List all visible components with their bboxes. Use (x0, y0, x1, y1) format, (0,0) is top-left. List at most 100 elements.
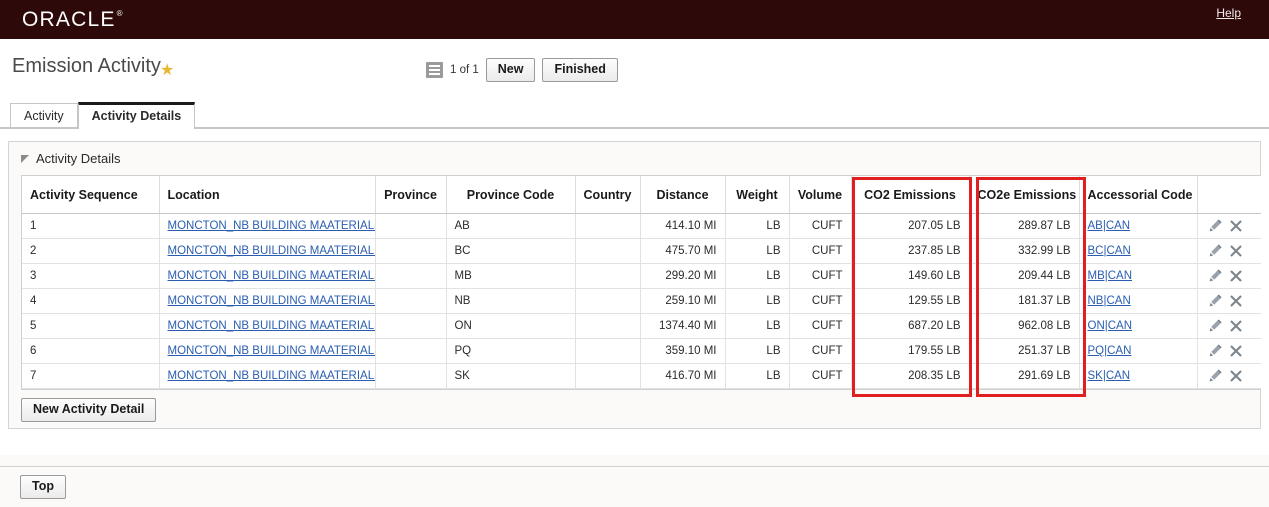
accessorial-code-link[interactable]: AB|CAN (1088, 220, 1131, 232)
cell-co2e-emissions: 291.69 LB (969, 363, 1080, 389)
delete-x-icon[interactable] (1229, 269, 1243, 283)
cell-co2e-emissions: 209.44 LB (969, 263, 1080, 289)
cell-distance: 1374.40 MI (640, 313, 726, 339)
cell-distance: 359.10 MI (640, 338, 726, 364)
delete-x-icon[interactable] (1229, 219, 1243, 233)
delete-x-icon[interactable] (1229, 319, 1243, 333)
location-link[interactable]: MONCTON_NB BUILDING MAATERIALS (168, 370, 375, 382)
accessorial-code-link[interactable]: PQ|CAN (1088, 345, 1132, 357)
col-activity-sequence[interactable]: Activity Sequence (22, 176, 160, 214)
cell-co2-emissions: 207.05 LB (851, 213, 970, 239)
cell-weight: LB (725, 288, 790, 314)
cell-country (575, 213, 641, 239)
location-link[interactable]: MONCTON_NB BUILDING MAATERIALS (168, 345, 375, 357)
cell-location: MONCTON_NB BUILDING MAATERIALS (159, 238, 376, 264)
tab-activity[interactable]: Activity (10, 103, 78, 129)
table-body: 1 MONCTON_NB BUILDING MAATERIALS AB 414.10 … (22, 213, 1261, 389)
cell-volume: CUFT (789, 238, 852, 264)
cell-province-code: MB (446, 263, 576, 289)
edit-row-button[interactable] (1208, 319, 1222, 333)
delete-row-button[interactable] (1229, 319, 1243, 333)
collapse-triangle-icon[interactable] (21, 154, 29, 163)
delete-x-icon[interactable] (1229, 294, 1243, 308)
delete-row-button[interactable] (1229, 294, 1243, 308)
col-accessorial-code[interactable]: Accessorial Code (1079, 176, 1198, 214)
cell-volume: CUFT (789, 313, 852, 339)
tab-activity-details[interactable]: Activity Details (77, 102, 196, 129)
accessorial-code-link[interactable]: ON|CAN (1088, 320, 1133, 332)
delete-row-button[interactable] (1229, 344, 1243, 358)
cell-accessorial-code: AB|CAN (1079, 213, 1198, 239)
delete-row-button[interactable] (1229, 219, 1243, 233)
delete-row-button[interactable] (1229, 369, 1243, 383)
col-weight[interactable]: Weight (725, 176, 790, 214)
accessorial-code-link[interactable]: MB|CAN (1088, 270, 1133, 282)
list-icon[interactable] (426, 61, 443, 78)
cell-province-code: NB (446, 288, 576, 314)
edit-row-button[interactable] (1208, 369, 1222, 383)
edit-pencil-icon[interactable] (1208, 319, 1222, 333)
edit-row-button[interactable] (1208, 219, 1222, 233)
help-link[interactable]: Help (1216, 6, 1241, 20)
cell-province (375, 288, 447, 314)
edit-pencil-icon[interactable] (1208, 369, 1222, 383)
table-row: 7 MONCTON_NB BUILDING MAATERIALS SK 416.70 … (22, 363, 1261, 389)
col-co2-emissions[interactable]: CO2 Emissions (851, 176, 970, 214)
cell-country (575, 313, 641, 339)
section-header: Activity Details (9, 142, 1260, 175)
top-button[interactable]: Top (20, 475, 66, 499)
cell-location: MONCTON_NB BUILDING MAATERIALS (159, 263, 376, 289)
edit-pencil-icon[interactable] (1208, 294, 1222, 308)
location-link[interactable]: MONCTON_NB BUILDING MAATERIALS (168, 270, 375, 282)
section-title: Activity Details (36, 151, 121, 166)
accessorial-code-link[interactable]: SK|CAN (1088, 370, 1131, 382)
col-distance[interactable]: Distance (640, 176, 726, 214)
cell-distance: 414.10 MI (640, 213, 726, 239)
cell-activity-sequence: 2 (22, 238, 160, 264)
edit-row-button[interactable] (1208, 269, 1222, 283)
delete-row-button[interactable] (1229, 244, 1243, 258)
cell-location: MONCTON_NB BUILDING MAATERIALS (159, 363, 376, 389)
cell-weight: LB (725, 263, 790, 289)
col-country[interactable]: Country (575, 176, 641, 214)
edit-row-button[interactable] (1208, 294, 1222, 308)
location-link[interactable]: MONCTON_NB BUILDING MAATERIALS (168, 295, 375, 307)
cell-volume: CUFT (789, 338, 852, 364)
edit-pencil-icon[interactable] (1208, 244, 1222, 258)
cell-province (375, 213, 447, 239)
col-province[interactable]: Province (375, 176, 447, 214)
new-activity-detail-button[interactable]: New Activity Detail (21, 398, 157, 422)
cell-volume: CUFT (789, 363, 852, 389)
col-co2e-emissions[interactable]: CO2e Emissions (969, 176, 1080, 214)
edit-pencil-icon[interactable] (1208, 344, 1222, 358)
record-navigation-toolbar: 1 of 1 New Finished (426, 58, 618, 82)
page-header: Emission Activity ★ 1 of 1 New Finished (0, 39, 1269, 101)
table-row: 4 MONCTON_NB BUILDING MAATERIALS NB 259.10 … (22, 288, 1261, 314)
location-link[interactable]: MONCTON_NB BUILDING MAATERIALS (168, 220, 375, 232)
edit-row-button[interactable] (1208, 344, 1222, 358)
accessorial-code-link[interactable]: NB|CAN (1088, 295, 1131, 307)
delete-row-button[interactable] (1229, 269, 1243, 283)
content-bottom-fill (0, 455, 1269, 466)
location-link[interactable]: MONCTON_NB BUILDING MAATERIALS (168, 245, 375, 257)
delete-x-icon[interactable] (1229, 344, 1243, 358)
star-icon[interactable]: ★ (160, 63, 174, 79)
cell-co2e-emissions: 962.08 LB (969, 313, 1080, 339)
new-button[interactable]: New (485, 58, 536, 82)
delete-x-icon[interactable] (1229, 244, 1243, 258)
cell-co2-emissions: 687.20 LB (851, 313, 970, 339)
finished-button[interactable]: Finished (542, 58, 618, 82)
edit-row-button[interactable] (1208, 244, 1222, 258)
location-link[interactable]: MONCTON_NB BUILDING MAATERIALS (168, 320, 375, 332)
cell-country (575, 288, 641, 314)
col-province-code[interactable]: Province Code (446, 176, 576, 214)
delete-x-icon[interactable] (1229, 369, 1243, 383)
cell-accessorial-code: NB|CAN (1079, 288, 1198, 314)
edit-pencil-icon[interactable] (1208, 269, 1222, 283)
content-area: Activity Details Activity Sequence Locat… (0, 128, 1269, 466)
accessorial-code-link[interactable]: BC|CAN (1088, 245, 1131, 257)
oracle-logo: ORACLE® (22, 8, 123, 32)
col-volume[interactable]: Volume (789, 176, 852, 214)
col-location[interactable]: Location (159, 176, 376, 214)
edit-pencil-icon[interactable] (1208, 219, 1222, 233)
